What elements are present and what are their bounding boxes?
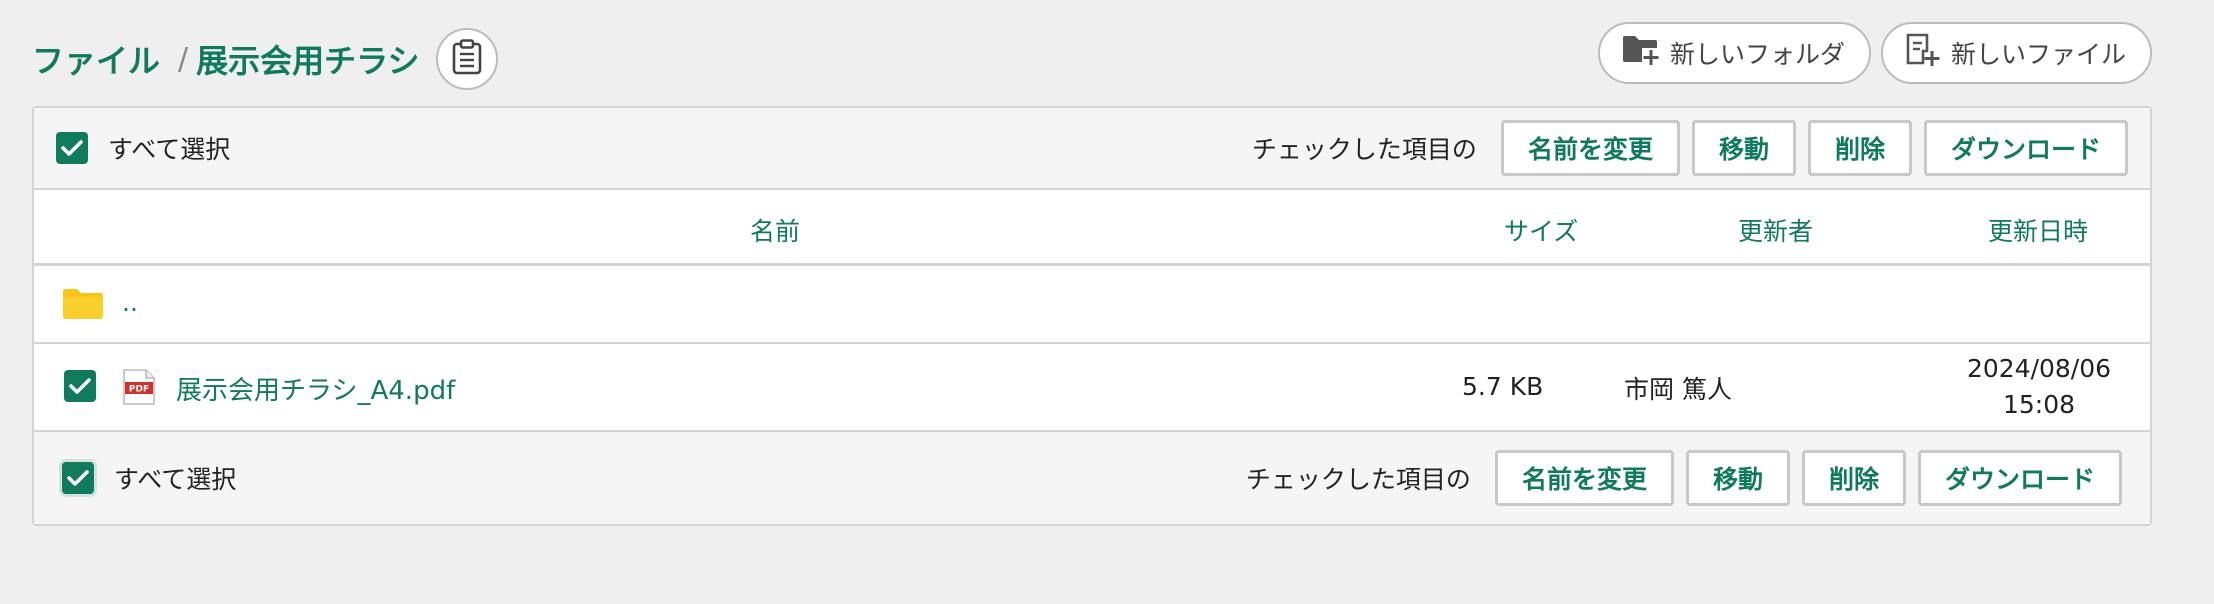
breadcrumb-root-link[interactable]: ファイル — [32, 36, 160, 82]
file-updater: 市岡 篤人 — [1624, 375, 1732, 404]
checked-items-label: チェックした項目の — [1245, 465, 1471, 494]
breadcrumb-separator: / — [178, 41, 189, 77]
new-folder-button[interactable]: 新しいフォルダ — [1597, 22, 1871, 84]
header-actions: 新しいフォルダ 新しいファイル — [1597, 22, 2152, 84]
new-folder-label: 新しいフォルダ — [1669, 40, 1845, 69]
bulk-actions-top: すべて選択 チェックした項目の 名前を変更 移動 削除 ダウンロード — [34, 108, 2150, 190]
file-updated-date: 2024/08/06 — [1966, 354, 2112, 383]
checkmark-icon — [61, 140, 83, 156]
delete-button[interactable]: 削除 — [1801, 450, 1906, 506]
folder-icon — [62, 288, 104, 324]
row-checkbox[interactable] — [64, 370, 96, 402]
clipboard-button[interactable] — [435, 28, 498, 90]
select-all-label: すべて選択 — [114, 465, 237, 494]
file-plus-icon — [1905, 33, 1941, 73]
move-button[interactable]: 移動 — [1691, 120, 1796, 176]
column-header-updater[interactable]: 更新者 — [1738, 212, 1813, 248]
checkmark-icon — [67, 470, 89, 486]
file-list-panel: すべて選択 チェックした項目の 名前を変更 移動 削除 ダウンロード 名前 サイ… — [32, 106, 2152, 526]
select-all-checkbox-bottom[interactable] — [62, 462, 94, 494]
move-button[interactable]: 移動 — [1685, 450, 1790, 506]
new-file-label: 新しいファイル — [1950, 40, 2126, 69]
column-header-size[interactable]: サイズ — [1504, 212, 1578, 248]
checked-items-label: チェックした項目の — [1251, 135, 1477, 164]
file-name-link[interactable]: 展示会用チラシ_A4.pdf — [176, 370, 455, 407]
file-size: 5.7 KB — [1462, 372, 1544, 401]
clipboard-icon — [452, 39, 482, 79]
delete-button[interactable]: 削除 — [1807, 120, 1912, 176]
column-header-name[interactable]: 名前 — [750, 212, 800, 248]
page-header: ファイル / 展示会用チラシ 新しいフォルダ 新しいファイル — [32, 20, 2152, 90]
file-updated-time: 15:08 — [2002, 390, 2076, 419]
select-all-label: すべて選択 — [108, 135, 231, 164]
pdf-file-icon: PDF — [122, 368, 156, 410]
parent-folder-row[interactable]: .. — [34, 266, 2150, 344]
checkmark-icon — [69, 378, 91, 394]
svg-text:PDF: PDF — [129, 385, 149, 395]
folder-plus-icon — [1622, 34, 1660, 72]
breadcrumb-current: 展示会用チラシ — [196, 42, 420, 80]
parent-folder-link[interactable]: .. — [122, 288, 138, 317]
download-button[interactable]: ダウンロード — [1923, 120, 2128, 176]
column-header-updated-at[interactable]: 更新日時 — [1988, 212, 2088, 248]
rename-button[interactable]: 名前を変更 — [1494, 450, 1674, 506]
select-all-checkbox-top[interactable] — [56, 132, 88, 164]
download-button[interactable]: ダウンロード — [1917, 450, 2122, 506]
breadcrumb: ファイル / 展示会用チラシ — [32, 28, 498, 90]
bulk-actions-bottom: すべて選択 チェックした項目の 名前を変更 移動 削除 ダウンロード — [34, 430, 2150, 524]
rename-button[interactable]: 名前を変更 — [1500, 120, 1680, 176]
table-row[interactable]: PDF 展示会用チラシ_A4.pdf 5.7 KB 市岡 篤人 2024/08/… — [34, 344, 2150, 430]
new-file-button[interactable]: 新しいファイル — [1880, 22, 2152, 84]
file-browser-page: ファイル / 展示会用チラシ 新しいフォルダ 新しいファイル すべて選択 チェッ… — [0, 0, 2214, 604]
table-header: 名前 サイズ 更新者 更新日時 — [34, 190, 2150, 266]
